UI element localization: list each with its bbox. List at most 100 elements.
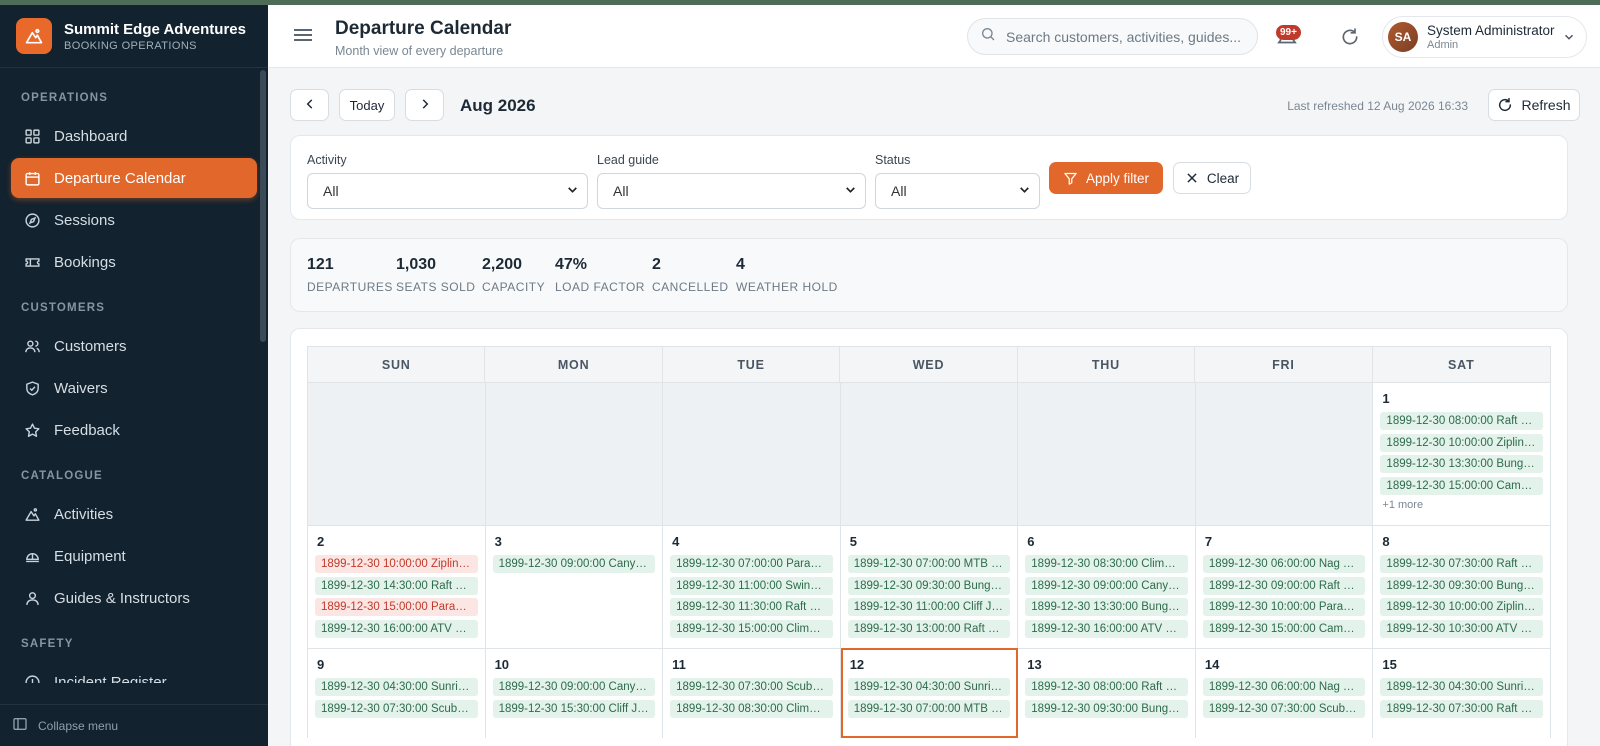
departure-event[interactable]: 1899-12-30 14:30:00 Raft 16 ... bbox=[315, 576, 478, 595]
departure-event[interactable]: 1899-12-30 10:00:00 Zipline ... bbox=[1380, 433, 1543, 452]
more-events-link[interactable]: +1 more bbox=[1380, 499, 1543, 511]
departure-event[interactable]: 1899-12-30 07:00:00 MTB 4/... bbox=[847, 555, 1011, 573]
sidebar-scrollbar[interactable] bbox=[260, 70, 266, 342]
prev-month-button[interactable] bbox=[290, 89, 329, 121]
calendar-day-cell[interactable]: 3 1899-12-30 09:00:00 Canyon... bbox=[485, 525, 664, 648]
calendar-day-cell[interactable]: 11 1899-12-30 07:30:00 Scuba 4... 1899-12-… bbox=[663, 648, 841, 738]
calendar-day-cell[interactable]: 9 1899-12-30 04:30:00 Sunrise ... 1899-12-… bbox=[308, 648, 486, 738]
sidebar-item-incident-register[interactable]: Incident Register bbox=[11, 662, 257, 683]
clear-filter-button[interactable]: Clear bbox=[1173, 162, 1251, 194]
calendar-day-cell[interactable]: 4 1899-12-30 07:00:00 Paragli... 1899-12-3… bbox=[663, 525, 841, 648]
user-menu[interactable]: SA System Administrator Admin bbox=[1382, 16, 1587, 58]
apply-filter-button[interactable]: Apply filter bbox=[1049, 162, 1163, 194]
departure-event[interactable]: 1899-12-30 15:00:00 Campin... bbox=[1202, 619, 1366, 638]
departure-event[interactable]: 1899-12-30 07:30:00 Raft 26 ... bbox=[1380, 699, 1543, 718]
notifications-button[interactable]: 99+ bbox=[1274, 23, 1304, 51]
departure-event-cancelled[interactable]: 1899-12-30 10:00:00 Zipline ... bbox=[315, 555, 478, 573]
calendar-day-cell[interactable]: 14 1899-12-30 06:00:00 Nag Tib... 1899-12-… bbox=[1195, 648, 1374, 738]
departure-event[interactable]: 1899-12-30 15:00:00 Campin... bbox=[1380, 476, 1543, 495]
reload-icon[interactable] bbox=[1340, 27, 1360, 52]
calendar-empty-cell bbox=[1018, 382, 1196, 525]
departure-event-cancelled[interactable]: 1899-12-30 15:00:00 Paragli... bbox=[315, 598, 478, 616]
departure-event[interactable]: 1899-12-30 08:30:00 Climbin... bbox=[1025, 555, 1188, 573]
calendar-day-cell[interactable]: 1 1899-12-30 08:00:00 Raft 16 ... 1899-12-… bbox=[1373, 382, 1551, 525]
sidebar-item-bookings[interactable]: Bookings bbox=[11, 242, 257, 282]
sidebar-item-equipment[interactable]: Equipment bbox=[11, 536, 257, 576]
departure-event[interactable]: 1899-12-30 13:00:00 Raft 9 1... bbox=[847, 619, 1011, 638]
departure-event[interactable]: 1899-12-30 06:00:00 Nag Tib... bbox=[1202, 555, 1366, 573]
departure-event[interactable]: 1899-12-30 08:30:00 Climbin... bbox=[670, 699, 833, 718]
departure-event[interactable]: 1899-12-30 09:30:00 Bungee... bbox=[1025, 699, 1188, 718]
stat-cancelled: 2 CANCELLED bbox=[652, 256, 729, 294]
search-input[interactable] bbox=[1006, 28, 1246, 45]
departure-event[interactable]: 1899-12-30 07:30:00 Scuba 4... bbox=[670, 678, 833, 696]
sidebar-item-label: Departure Calendar bbox=[54, 169, 186, 187]
calendar-day-cell[interactable]: 8 1899-12-30 07:30:00 Raft 26 ... 1899-12-… bbox=[1373, 525, 1551, 648]
shield-icon bbox=[23, 379, 41, 397]
collapse-menu-button[interactable]: Collapse menu bbox=[0, 704, 268, 746]
hamburger-menu-icon[interactable] bbox=[294, 27, 312, 48]
calendar-empty-cell bbox=[663, 382, 841, 525]
departure-event[interactable]: 1899-12-30 09:00:00 Canyon... bbox=[492, 555, 656, 573]
next-month-button[interactable] bbox=[405, 89, 444, 121]
activity-select[interactable]: All bbox=[307, 173, 588, 209]
sidebar-item-activities[interactable]: Activities bbox=[11, 494, 257, 534]
calendar-day-cell[interactable]: 5 1899-12-30 07:00:00 MTB 4/... 1899-12-30… bbox=[840, 525, 1019, 648]
departure-event[interactable]: 1899-12-30 15:30:00 Cliff Ju... bbox=[492, 699, 656, 718]
sidebar-item-waivers[interactable]: Waivers bbox=[11, 368, 257, 408]
departure-event[interactable]: 1899-12-30 13:30:00 Bungee... bbox=[1380, 455, 1543, 473]
calendar-day-cell[interactable]: 10 1899-12-30 09:00:00 Canyon... 1899-12-3… bbox=[485, 648, 664, 738]
refresh-button[interactable]: Refresh bbox=[1488, 89, 1580, 121]
departure-event[interactable]: 1899-12-30 04:30:00 Sunrise ... bbox=[847, 678, 1011, 696]
sidebar-item-dashboard[interactable]: Dashboard bbox=[11, 116, 257, 156]
departure-event[interactable]: 1899-12-30 08:00:00 Raft 16 ... bbox=[1380, 412, 1543, 430]
today-button[interactable]: Today bbox=[339, 89, 395, 121]
sidebar-item-sessions[interactable]: Sessions bbox=[11, 200, 257, 240]
calendar-day-cell-today[interactable]: 12 1899-12-30 04:30:00 Sunrise ... 1899-12… bbox=[840, 648, 1019, 738]
calendar-day-cell[interactable]: 2 1899-12-30 10:00:00 Zipline ... 1899-12-… bbox=[308, 525, 486, 648]
departure-event[interactable]: 1899-12-30 11:00:00 Swing 4... bbox=[670, 576, 833, 595]
sidebar-item-feedback[interactable]: Feedback bbox=[11, 410, 257, 450]
departure-event[interactable]: 1899-12-30 07:30:00 Raft 26 ... bbox=[1380, 555, 1543, 573]
departure-event[interactable]: 1899-12-30 10:00:00 Paragli... bbox=[1202, 598, 1366, 616]
departure-event[interactable]: 1899-12-30 13:30:00 Bungee... bbox=[1025, 598, 1188, 616]
departure-event[interactable]: 1899-12-30 10:30:00 ATV 3/12 bbox=[1380, 619, 1543, 638]
sidebar-item-customers[interactable]: Customers bbox=[11, 326, 257, 366]
weekday-sun: SUN bbox=[308, 347, 486, 382]
global-search[interactable] bbox=[967, 18, 1258, 55]
departure-event[interactable]: 1899-12-30 06:00:00 Nag Tib... bbox=[1202, 678, 1366, 696]
departure-event[interactable]: 1899-12-30 07:00:00 Paragli... bbox=[670, 555, 833, 573]
weekday-wed: WED bbox=[840, 347, 1018, 382]
departure-event[interactable]: 1899-12-30 09:30:00 Bungee... bbox=[1380, 576, 1543, 595]
departure-event[interactable]: 1899-12-30 09:00:00 Canyon... bbox=[1025, 576, 1188, 595]
departure-event[interactable]: 1899-12-30 07:30:00 Scuba 7... bbox=[1202, 699, 1366, 718]
departure-event[interactable]: 1899-12-30 15:00:00 Climbin... bbox=[670, 619, 833, 638]
departure-event[interactable]: 1899-12-30 09:00:00 Canyon... bbox=[492, 678, 656, 696]
departure-event[interactable]: 1899-12-30 07:30:00 Scuba 8... bbox=[315, 699, 478, 718]
calendar-day-cell[interactable]: 6 1899-12-30 08:30:00 Climbin... 1899-12-3… bbox=[1018, 525, 1196, 648]
section-label-safety: SAFETY bbox=[21, 638, 74, 650]
departure-event[interactable]: 1899-12-30 16:00:00 ATV 7/12 bbox=[1025, 619, 1188, 638]
departure-event[interactable]: 1899-12-30 11:00:00 Cliff Ju... bbox=[847, 598, 1011, 616]
notification-badge: 99+ bbox=[1276, 25, 1301, 40]
departure-event[interactable]: 1899-12-30 04:30:00 Sunrise ... bbox=[1380, 678, 1543, 696]
departure-event[interactable]: 1899-12-30 07:00:00 MTB 12... bbox=[847, 699, 1011, 718]
departure-event[interactable]: 1899-12-30 04:30:00 Sunrise ... bbox=[315, 678, 478, 696]
departure-event[interactable]: 1899-12-30 08:00:00 Raft 16 ... bbox=[1025, 678, 1188, 696]
calendar-day-cell[interactable]: 13 1899-12-30 08:00:00 Raft 16 ... 1899-12… bbox=[1018, 648, 1196, 738]
departure-event[interactable]: 1899-12-30 09:00:00 Raft 9 9... bbox=[1202, 576, 1366, 595]
guide-select[interactable]: All bbox=[597, 173, 866, 209]
sidebar-item-departure-calendar[interactable]: Departure Calendar bbox=[11, 158, 257, 198]
departure-event[interactable]: 1899-12-30 09:30:00 Bungee... bbox=[847, 576, 1011, 595]
calendar-day-cell[interactable]: 15 1899-12-30 04:30:00 Sunrise ... 1899-12… bbox=[1373, 648, 1551, 738]
brand[interactable]: Summit Edge Adventures BOOKING OPERATION… bbox=[0, 5, 268, 68]
departure-event[interactable]: 1899-12-30 11:30:00 Raft 16 ... bbox=[670, 598, 833, 616]
calendar-day-cell[interactable]: 7 1899-12-30 06:00:00 Nag Tib... 1899-12-3… bbox=[1195, 525, 1374, 648]
month-calendar: SUN MON TUE WED THU FRI SAT 1 1899-12-30 08:00:… bbox=[307, 346, 1551, 738]
departure-event[interactable]: 1899-12-30 10:00:00 Zipline ... bbox=[1380, 598, 1543, 616]
day-number: 2 bbox=[317, 534, 325, 549]
sidebar-item-guides[interactable]: Guides & Instructors bbox=[11, 578, 257, 618]
status-select[interactable]: All bbox=[875, 173, 1040, 209]
departure-event[interactable]: 1899-12-30 16:00:00 ATV 9/12 bbox=[315, 619, 478, 638]
close-icon bbox=[1185, 171, 1199, 185]
